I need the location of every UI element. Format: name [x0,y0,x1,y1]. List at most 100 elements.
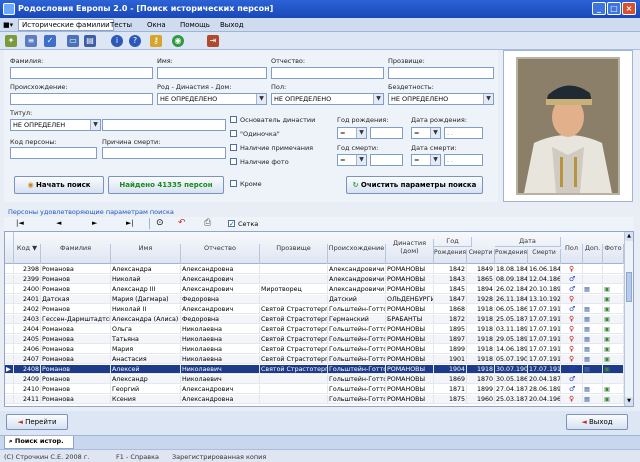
titul-text-input[interactable] [102,119,226,131]
chevron-down-icon[interactable]: ▼ [373,94,383,104]
menu-help[interactable]: Помощь [180,21,210,29]
titul-select[interactable]: НЕ ОПРЕДЕЛЕН ▼ [10,119,101,131]
header-patronymic[interactable]: Отчество [181,244,260,264]
help-icon[interactable]: ? [129,35,141,47]
cell-extra[interactable] [583,265,603,274]
vertical-scrollbar[interactable]: ▲ ▼ [624,232,633,406]
header-sex[interactable]: Пол [561,244,583,264]
chevron-down-icon[interactable]: ▼ [256,94,266,104]
photo-icon[interactable]: ▣ [604,396,610,403]
cell-photo[interactable] [603,375,624,384]
birth-date-op[interactable]: = ▼ [411,127,441,139]
chevron-down-icon[interactable]: ▼ [356,155,366,165]
name-input[interactable] [157,67,267,79]
chevron-down-icon[interactable]: ▼ [90,120,100,130]
table-row[interactable]: 2402 Романов Николай II Александрович Святой… [5,305,625,314]
chevron-down-icon[interactable]: ▼ [356,128,366,138]
clear-search-button[interactable]: ↻ Очистить параметры поиска [346,176,483,194]
photo-icon[interactable]: ▣ [604,326,610,333]
cell-extra[interactable]: ▦ [583,315,603,324]
table-row[interactable]: 2411 Романова Ксения Александровна Гольштейн… [5,395,625,404]
photo-icon[interactable]: ▣ [604,306,610,313]
cell-photo[interactable]: ▣ [603,315,624,324]
exit-button[interactable]: ◄ Выход [566,414,628,430]
table-row[interactable]: 2399 Романов Николай Александрович Александр… [5,275,625,284]
nav-first-button[interactable]: |◄ [16,219,24,227]
surname-input[interactable] [10,67,153,79]
table-row[interactable]: 2409 Романов Александр Николаевич Гольштейн-… [5,375,625,384]
cell-extra[interactable]: ▦ [583,355,603,364]
header-date-birth[interactable]: Рождения [495,249,528,264]
patronymic-input[interactable] [271,67,384,79]
tab-historical-search[interactable]: ⌕ Поиск истор. [4,436,74,449]
except-checkbox[interactable] [230,180,237,187]
nickname-input[interactable] [388,67,494,79]
menu-tests[interactable]: Тесты [110,21,132,29]
results-grid[interactable]: Код ▼ Фамилия Имя Отчество Прозвище Прои… [4,231,634,407]
cell-photo[interactable]: ▣ [603,295,624,304]
table-row[interactable]: 2401 Датская Мария (Дагмара) Федоровна Датск… [5,295,625,304]
table-row[interactable]: 2400 Романов Александр III Александрович Мир… [5,285,625,294]
photo-icon[interactable]: ▣ [604,366,610,373]
origin-input[interactable] [10,93,153,105]
cell-photo[interactable]: ▣ [603,385,624,394]
table-row[interactable]: 2404 Романова Ольга Николаевна Святой Страст… [5,325,625,334]
death-year-op[interactable]: = ▼ [337,154,367,166]
back-icon[interactable]: ✦ [5,35,17,47]
nav-last-button[interactable]: ►| [126,219,134,227]
dynasty-select[interactable]: НЕ ОПРЕДЕЛЕНО ▼ [157,93,267,105]
table-row[interactable]: 2406 Романова Мария Николаевна Святой Страст… [5,345,625,354]
photo-icon[interactable]: ▣ [604,346,610,353]
info-icon[interactable]: i [111,35,123,47]
key-icon[interactable]: ⚷ [150,35,162,47]
check-list-icon[interactable]: ✓ [44,35,56,47]
cell-extra[interactable]: ▦ [583,385,603,394]
birth-year-input[interactable] [370,127,403,139]
minimize-button[interactable]: _ [592,2,606,15]
death-reason-input[interactable] [102,147,226,159]
header-year-death[interactable]: Смерти [467,249,495,264]
notes-icon[interactable]: ▦ [584,346,590,353]
table-row[interactable]: 2398 Романова Александра Александровна Алекс… [5,265,625,274]
notes-icon[interactable]: ▦ [584,286,590,293]
photo-icon[interactable]: ▣ [604,316,610,323]
chevron-down-icon[interactable]: ▼ [430,128,440,138]
found-count-button[interactable]: Найдено 41335 персон [108,176,224,194]
notes-icon[interactable]: ▦ [584,336,590,343]
cell-extra[interactable]: ▦ [583,335,603,344]
goto-button[interactable]: ◄ Перейти [6,414,68,430]
cell-extra[interactable] [583,295,603,304]
header-origin[interactable]: Происхождение [328,244,386,264]
chevron-down-icon[interactable]: ▼ [430,155,440,165]
header-nickname[interactable]: Прозвище [260,244,328,264]
photo-icon[interactable]: ▣ [604,296,610,303]
exit-door-icon[interactable]: ⇥ [207,35,219,47]
cell-extra[interactable] [583,375,603,384]
table-row[interactable]: ▶ 2408 Романов Алексей Николаевич Святой Стра… [5,365,625,374]
table-row[interactable]: 2407 Романова Анастасия Николаевна Святой Ст… [5,355,625,364]
scroll-thumb[interactable] [626,272,632,302]
chevron-down-icon[interactable]: ▼ [483,94,493,104]
notes-checkbox[interactable] [230,144,237,151]
table-row[interactable]: 2403Гессен-ДармштадтскаяАлександра (Алис… [5,315,625,324]
cell-photo[interactable]: ▣ [603,335,624,344]
table-row[interactable]: 2410 Романов Георгий Александрович Гольштейн… [5,385,625,394]
photo-icon[interactable]: ▣ [604,286,610,293]
menu-system-icon[interactable]: ■▾ [3,21,13,29]
single-checkbox[interactable] [230,130,237,137]
death-date-op[interactable]: = ▼ [411,154,441,166]
menu-historical-surnames[interactable]: Исторические фамилии [18,19,114,31]
cell-extra[interactable]: ▦ [583,395,603,404]
notes-icon[interactable]: ▦ [584,386,590,393]
cell-extra[interactable]: ▦ [583,285,603,294]
header-extra[interactable]: Доп. [583,244,603,264]
cell-photo[interactable]: ▣ [603,305,624,314]
photo-icon[interactable]: ▣ [604,386,610,393]
cell-photo[interactable]: ▣ [603,355,624,364]
menu-windows[interactable]: Окна [147,21,166,29]
death-year-input[interactable] [370,154,403,166]
printer-icon[interactable]: ⎙ [204,218,211,228]
header-dynasty[interactable]: Династия (дом) [386,239,434,264]
header-code[interactable]: Код ▼ [14,244,41,264]
globe-icon[interactable]: ◉ [172,35,184,47]
